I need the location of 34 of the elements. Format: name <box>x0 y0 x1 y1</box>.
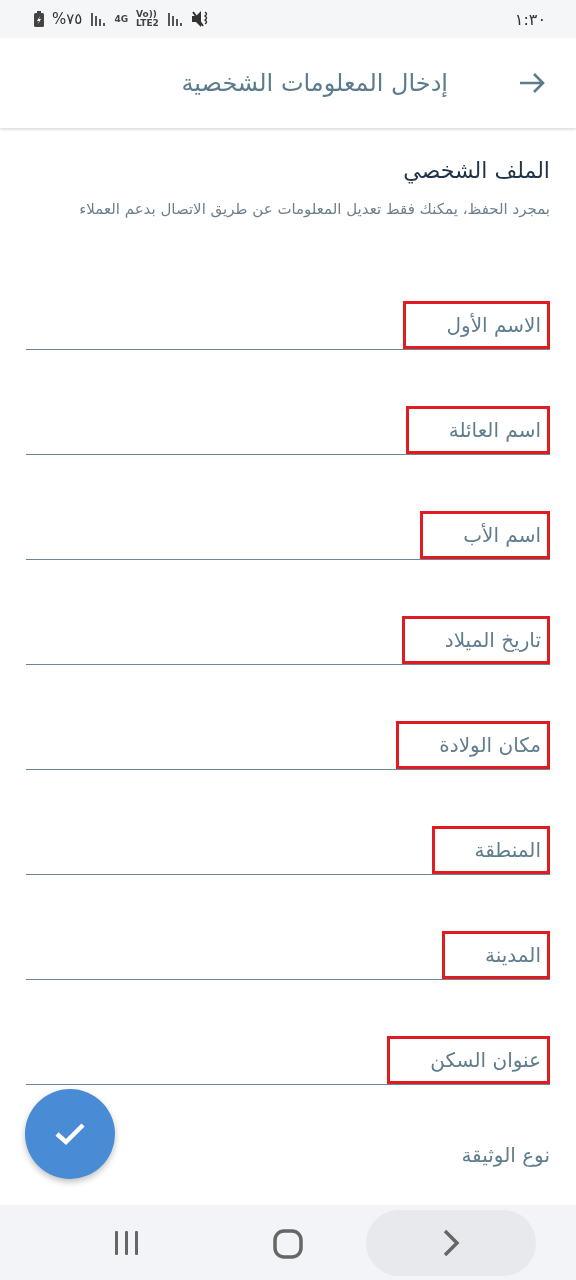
input-field[interactable]: عنوان السكن <box>26 980 550 1085</box>
section-title: الملف الشخصي <box>402 158 550 183</box>
input-field[interactable]: اسم الأب <box>26 455 550 560</box>
placeholder-text: الاسم الأول <box>446 313 541 337</box>
back-arrow-icon[interactable] <box>518 72 546 94</box>
input-field[interactable]: المدينة <box>26 875 550 980</box>
page-title: إدخال المعلومات الشخصية <box>181 69 448 97</box>
signal-icon <box>166 11 183 27</box>
chevron-right-icon <box>441 1228 461 1258</box>
field-label: نوع الوثيقة <box>460 1143 550 1167</box>
placeholder-text: المنطقة <box>474 838 541 862</box>
battery-percentage: %٧٥ <box>52 10 83 28</box>
input-field[interactable]: المنطقة <box>26 770 550 875</box>
placeholder-text: المدينة <box>484 943 541 967</box>
network-type: 4G <box>114 14 129 24</box>
signal-icon <box>90 11 107 27</box>
recent-apps-icon <box>113 1230 141 1256</box>
home-button[interactable] <box>273 1229 303 1259</box>
placeholder-text: اسم العائلة <box>448 418 541 442</box>
placeholder-text: اسم الأب <box>463 523 541 547</box>
confirm-button[interactable] <box>25 1089 115 1179</box>
volte-label: Vo)) LTE2 <box>136 10 159 28</box>
placeholder-text: مكان الولادة <box>439 733 541 757</box>
placeholder-text: تاريخ الميلاد <box>444 628 541 652</box>
home-icon <box>273 1229 303 1259</box>
check-icon <box>54 1122 86 1146</box>
input-field[interactable]: مكان الولادة <box>26 665 550 770</box>
input-field[interactable]: تاريخ الميلاد <box>26 560 550 665</box>
clock: ١:٣٠ <box>514 9 546 29</box>
input-field[interactable]: الاسم الأول <box>26 245 550 350</box>
section-description: بمجرد الحفظ، يمكنك فقط تعديل المعلومات عن طريق الاتصال بدعم العملاء <box>78 199 550 220</box>
placeholder-text: عنوان السكن <box>430 1048 541 1072</box>
input-field[interactable]: اسم العائلة <box>26 350 550 455</box>
battery-icon <box>34 11 44 27</box>
